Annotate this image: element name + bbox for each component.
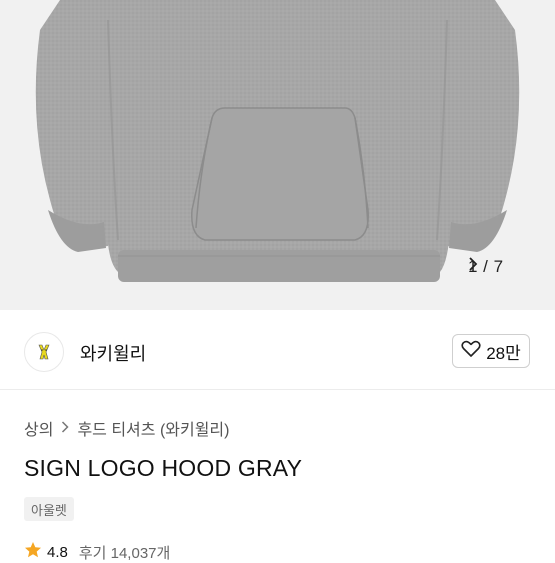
breadcrumb-item-category[interactable]: 상의 [24,416,53,440]
product-image-gallery[interactable]: 1 / 7 [0,0,555,310]
breadcrumb: 상의 후드 티셔츠 (와키윌리) [24,416,229,440]
breadcrumb-item-subcategory[interactable]: 후드 티셔츠 (와키윌리) [77,416,229,440]
like-button[interactable]: 28만 [452,334,530,368]
wakiwilly-logo-icon[interactable] [24,332,64,372]
divider [0,389,555,390]
outlet-tag: 아울렛 [24,497,74,521]
like-count: 28만 [486,343,521,363]
review-count[interactable]: 후기 14,037개 [79,542,170,563]
brand-name[interactable]: 와키윌리 [80,340,146,366]
star-icon [24,541,42,563]
rating-row[interactable]: 4.8 후기 14,037개 [24,541,170,563]
heart-outline-icon [461,340,481,363]
tag-label: 아울렛 [31,502,67,518]
chevron-right-icon [61,420,70,437]
rating-value: 4.8 [47,543,68,561]
brand-row[interactable]: 와키윌리 28만 [0,310,555,390]
gallery-pager: 1 / 7 [468,257,513,277]
product-title: SIGN LOGO HOOD GRAY [24,455,303,481]
